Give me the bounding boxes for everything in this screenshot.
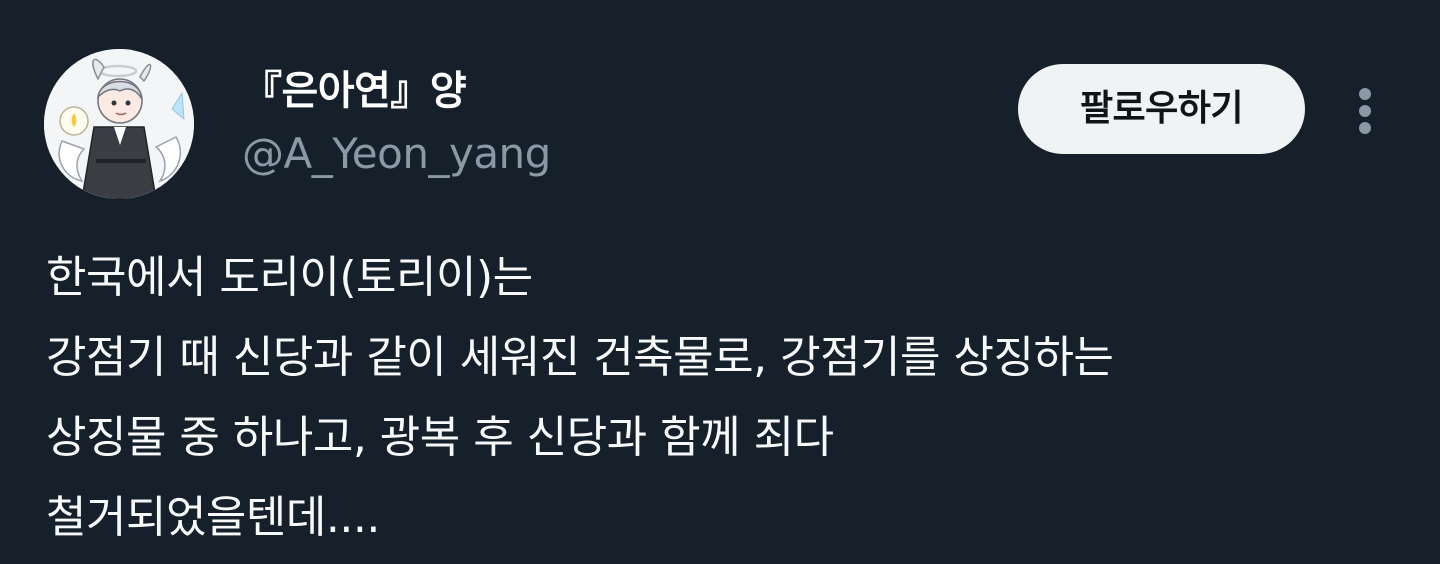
- tweet-text-line: 한국에서 도리이(토리이)는: [46, 252, 533, 303]
- tweet-card: 『은아연』양 @A_Yeon_yang 팔로우하기 한국에서 도리이(토리이)는…: [0, 0, 1440, 564]
- author-display-name[interactable]: 『은아연』양: [242, 64, 467, 118]
- author-handle[interactable]: @A_Yeon_yang: [242, 127, 551, 181]
- profile-illustration-icon: [44, 49, 194, 199]
- avatar[interactable]: [44, 49, 194, 199]
- tweet-text-line: 강점기 때 신당과 같이 세워진 건축물로, 강점기를 상징하는: [46, 332, 1114, 383]
- tweet-text: 한국에서 도리이(토리이)는 강점기 때 신당과 같이 세워진 건축물로, 강점…: [46, 238, 1416, 558]
- more-options-button[interactable]: [1343, 80, 1387, 140]
- follow-button[interactable]: 팔로우하기: [1018, 64, 1305, 154]
- tweet-text-line: 철거되었을텐데....: [46, 492, 380, 543]
- tweet-text-line: 상징물 중 하나고, 광복 후 신당과 함께 죄다: [46, 412, 834, 463]
